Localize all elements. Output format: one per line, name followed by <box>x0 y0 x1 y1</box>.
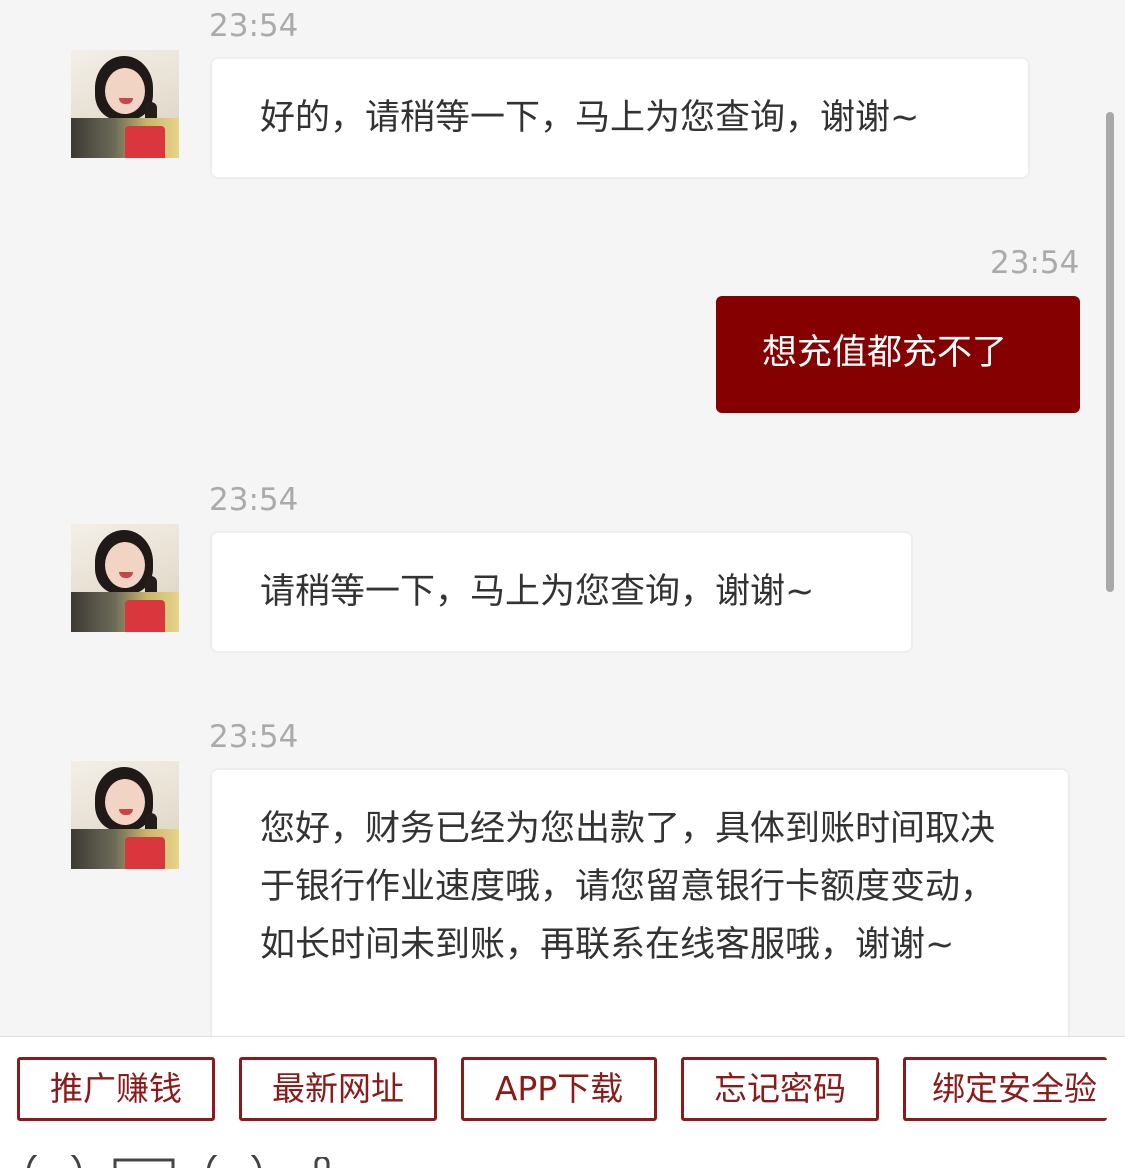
input-area: 推广赚钱 最新网址 APP下载 忘记密码 绑定安全验 <box>0 1036 1125 1168</box>
outgoing-message: 想充值都充不了 <box>716 296 1080 413</box>
emoji-icon[interactable] <box>204 1155 264 1168</box>
message-text: 想充值都充不了 <box>762 333 1008 373</box>
agent-avatar <box>71 761 179 869</box>
message-timestamp: 23:54 <box>209 719 299 755</box>
attachment-icon[interactable] <box>310 1157 334 1168</box>
message-text: 好的，请稍等一下，马上为您查询，谢谢~ <box>260 98 920 138</box>
quick-button-forgot-password[interactable]: 忘记密码 <box>681 1057 879 1121</box>
message-timestamp: 23:54 <box>990 245 1080 281</box>
message-timestamp: 23:54 <box>209 8 299 44</box>
message-text: 请稍等一下，马上为您查询，谢谢~ <box>260 572 815 612</box>
incoming-message: 请稍等一下，马上为您查询，谢谢~ <box>210 531 913 653</box>
agent-avatar <box>71 50 179 158</box>
message-text: 您好，财务已经为您出款了，具体到账时间取决于银行作业速度哦，请您留意银行卡额度变… <box>260 809 996 965</box>
quick-button-app-download[interactable]: APP下载 <box>461 1057 657 1121</box>
incoming-message: 好的，请稍等一下，马上为您查询，谢谢~ <box>210 57 1030 179</box>
quick-button-promote[interactable]: 推广赚钱 <box>17 1057 215 1121</box>
chat-page: 23:54 好的，请稍等一下，马上为您查询，谢谢~ 23:54 想充值都充不了 … <box>0 0 1125 1168</box>
image-icon[interactable] <box>112 1157 176 1168</box>
quick-button-bind-security[interactable]: 绑定安全验 <box>903 1057 1107 1121</box>
incoming-message: 您好，财务已经为您出款了，具体到账时间取决于银行作业速度哦，请您留意银行卡额度变… <box>210 768 1070 1036</box>
scrollbar[interactable] <box>1106 112 1114 592</box>
message-list[interactable]: 23:54 好的，请稍等一下，马上为您查询，谢谢~ 23:54 想充值都充不了 … <box>0 0 1125 1036</box>
quick-button-latest-url[interactable]: 最新网址 <box>239 1057 437 1121</box>
emoji-icon[interactable] <box>24 1155 84 1168</box>
message-timestamp: 23:54 <box>209 482 299 518</box>
agent-avatar <box>71 524 179 632</box>
